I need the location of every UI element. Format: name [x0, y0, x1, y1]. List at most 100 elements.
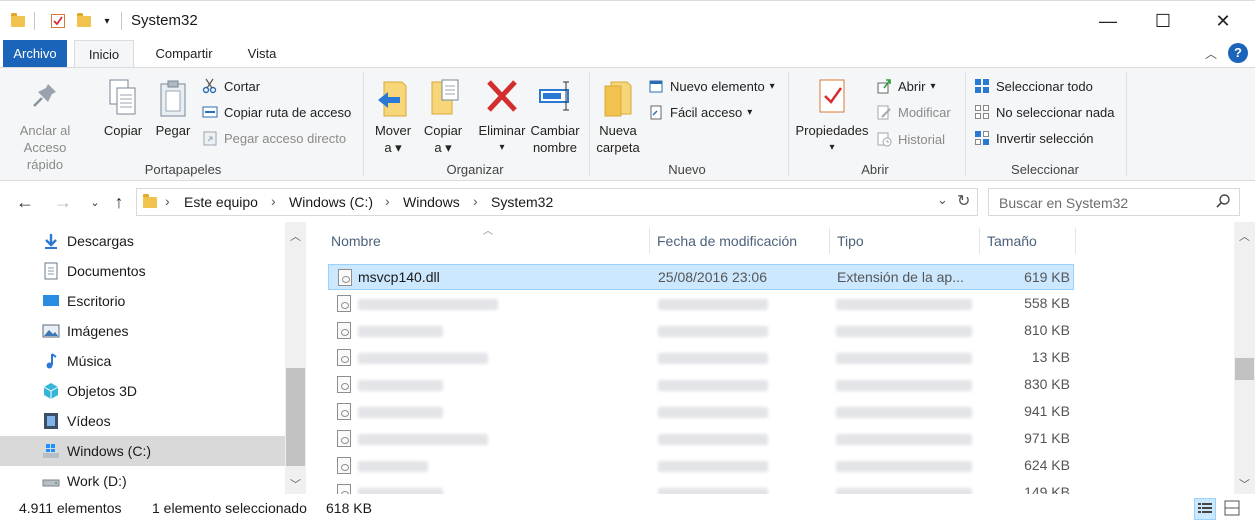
details-view-icon[interactable] — [1194, 498, 1216, 520]
column-header-size[interactable]: Tamaño — [980, 228, 1076, 254]
properties-check-icon[interactable] — [48, 11, 68, 31]
table-row[interactable]: 941 KB — [328, 399, 1074, 425]
recent-locations-chevron-icon[interactable]: ⌄ — [84, 191, 106, 213]
cube-3d-icon — [42, 382, 60, 400]
new-item-button[interactable]: Nuevo elemento ▾ — [648, 76, 775, 96]
move-to-button[interactable]: Mover a ▾ — [370, 78, 416, 156]
close-button[interactable]: ✕ — [1200, 1, 1246, 41]
maximize-button[interactable]: ☐ — [1140, 1, 1186, 41]
minimize-button[interactable]: — — [1085, 1, 1131, 41]
copy-icon — [106, 78, 140, 118]
paste-shortcut-button[interactable]: Pegar acceso directo — [202, 128, 346, 148]
new-folder-icon — [601, 78, 635, 118]
table-row-selected[interactable]: msvcp140.dll 25/08/2016 23:06 Extensión … — [328, 264, 1074, 290]
table-row[interactable]: 13 KB — [328, 345, 1074, 371]
table-row[interactable]: 971 KB — [328, 426, 1074, 452]
search-input[interactable]: Buscar en System32 — [988, 188, 1240, 216]
nav-item-documentos[interactable]: Documentos — [0, 256, 285, 286]
nav-item-windows-c[interactable]: Windows (C:) — [0, 436, 285, 466]
breadcrumb-separator[interactable]: › — [165, 193, 170, 209]
table-row[interactable]: 624 KB — [328, 453, 1074, 479]
up-arrow-icon[interactable]: ↑ — [108, 191, 130, 213]
easy-access-button[interactable]: Fácil acceso ▾ — [648, 102, 752, 122]
breadcrumb-windows-c[interactable]: Windows (C:) — [289, 194, 373, 210]
copy-path-icon — [202, 104, 218, 120]
column-header-name[interactable]: Nombre — [324, 228, 650, 254]
tab-archivo[interactable]: Archivo — [3, 40, 67, 67]
nav-item-escritorio[interactable]: Escritorio — [0, 286, 285, 316]
invert-selection-button[interactable]: Invertir selección — [974, 128, 1094, 148]
collapse-ribbon-icon[interactable]: ︿ — [1205, 45, 1217, 62]
properties-dropdown-icon[interactable]: ▾ — [829, 139, 834, 156]
divider — [589, 72, 590, 176]
select-all-icon — [974, 78, 990, 94]
new-folder-button[interactable]: Nueva carpeta — [594, 78, 642, 156]
new-folder-label-2: carpeta — [596, 140, 640, 155]
paste-button[interactable]: Pegar — [152, 78, 194, 139]
copy-to-button[interactable]: Copiar a ▾ — [420, 78, 466, 156]
history-icon — [876, 131, 892, 147]
navigation-scrollbar-thumb[interactable] — [286, 368, 305, 466]
group-label-abrir: Abrir — [861, 162, 889, 177]
address-dropdown-chevron-icon[interactable]: ⌄ — [937, 192, 948, 208]
edit-button[interactable]: Modificar — [876, 102, 951, 122]
open-button[interactable]: Abrir ▾ — [876, 76, 935, 96]
breadcrumb-separator[interactable]: › — [385, 193, 390, 209]
table-row[interactable]: 558 KB — [328, 291, 1074, 317]
dll-file-icon — [337, 349, 351, 366]
nav-item-imagenes[interactable]: Imágenes — [0, 316, 285, 346]
copy-path-button[interactable]: Copiar ruta de acceso — [202, 102, 351, 122]
new-item-icon — [648, 78, 664, 94]
nav-item-descargas[interactable]: Descargas — [0, 226, 285, 256]
breadcrumb-system32[interactable]: System32 — [491, 194, 553, 210]
rename-button[interactable]: Cambiar nombre — [528, 78, 582, 156]
tab-vista[interactable]: Vista — [236, 40, 288, 67]
breadcrumb-separator[interactable]: › — [473, 193, 478, 209]
refresh-icon[interactable]: ↻ — [957, 191, 970, 211]
address-bar[interactable]: › Este equipo › Windows (C:) › Windows ›… — [136, 188, 978, 216]
select-all-button[interactable]: Seleccionar todo — [974, 76, 1093, 96]
history-button[interactable]: Historial — [876, 129, 945, 149]
tab-inicio[interactable]: Inicio — [74, 40, 134, 68]
scroll-up-icon[interactable]: ︿ — [285, 228, 306, 244]
scroll-down-icon[interactable]: ﹀ — [285, 476, 306, 492]
file-list-scrollbar-thumb[interactable] — [1235, 358, 1254, 380]
delete-dropdown-icon[interactable]: ▾ — [499, 139, 504, 156]
scroll-up-icon[interactable]: ︿ — [1234, 228, 1255, 244]
tab-compartir[interactable]: Compartir — [146, 40, 222, 67]
table-row[interactable]: 149 KB — [328, 480, 1074, 494]
breadcrumb-este-equipo[interactable]: Este equipo — [184, 194, 258, 210]
divider — [363, 72, 364, 176]
nav-item-videos[interactable]: Vídeos — [0, 406, 285, 436]
delete-button[interactable]: Eliminar ▾ — [476, 78, 528, 156]
pin-quick-access-button[interactable]: Anclar al Acceso rápido — [8, 78, 82, 173]
search-icon[interactable] — [1215, 193, 1231, 212]
column-header-modified[interactable]: Fecha de modificación — [650, 228, 830, 254]
redacted-name — [358, 461, 428, 472]
scroll-down-icon[interactable]: ﹀ — [1234, 476, 1255, 492]
breadcrumb-windows[interactable]: Windows — [403, 194, 460, 210]
nav-item-work-d[interactable]: Work (D:) — [0, 466, 285, 496]
nav-item-objetos-3d[interactable]: Objetos 3D — [0, 376, 285, 406]
table-row[interactable]: 830 KB — [328, 372, 1074, 398]
redacted-type — [836, 380, 972, 391]
cut-button[interactable]: Cortar — [202, 76, 260, 96]
column-header-type[interactable]: Tipo — [830, 228, 980, 254]
back-arrow-icon[interactable]: ← — [14, 191, 36, 213]
new-folder-icon[interactable] — [74, 11, 94, 31]
large-icons-view-icon[interactable] — [1222, 498, 1244, 520]
select-none-button[interactable]: No seleccionar nada — [974, 102, 1115, 122]
forward-arrow-icon[interactable]: → — [52, 191, 74, 213]
breadcrumb-separator[interactable]: › — [271, 193, 276, 209]
nav-item-musica[interactable]: Música — [0, 346, 285, 376]
help-icon[interactable]: ? — [1228, 43, 1248, 63]
redacted-date — [658, 461, 768, 472]
clipboard-icon — [156, 78, 190, 118]
copy-button[interactable]: Copiar — [100, 78, 146, 139]
table-row[interactable]: 810 KB — [328, 318, 1074, 344]
redacted-type — [836, 461, 972, 472]
customize-quick-access-icon[interactable]: ▾ — [97, 11, 117, 31]
select-none-icon — [974, 104, 990, 120]
ribbon-tabs: Archivo Inicio Compartir Vista ︿ ? — [0, 40, 1255, 68]
properties-button[interactable]: Propiedades ▾ — [794, 78, 870, 156]
